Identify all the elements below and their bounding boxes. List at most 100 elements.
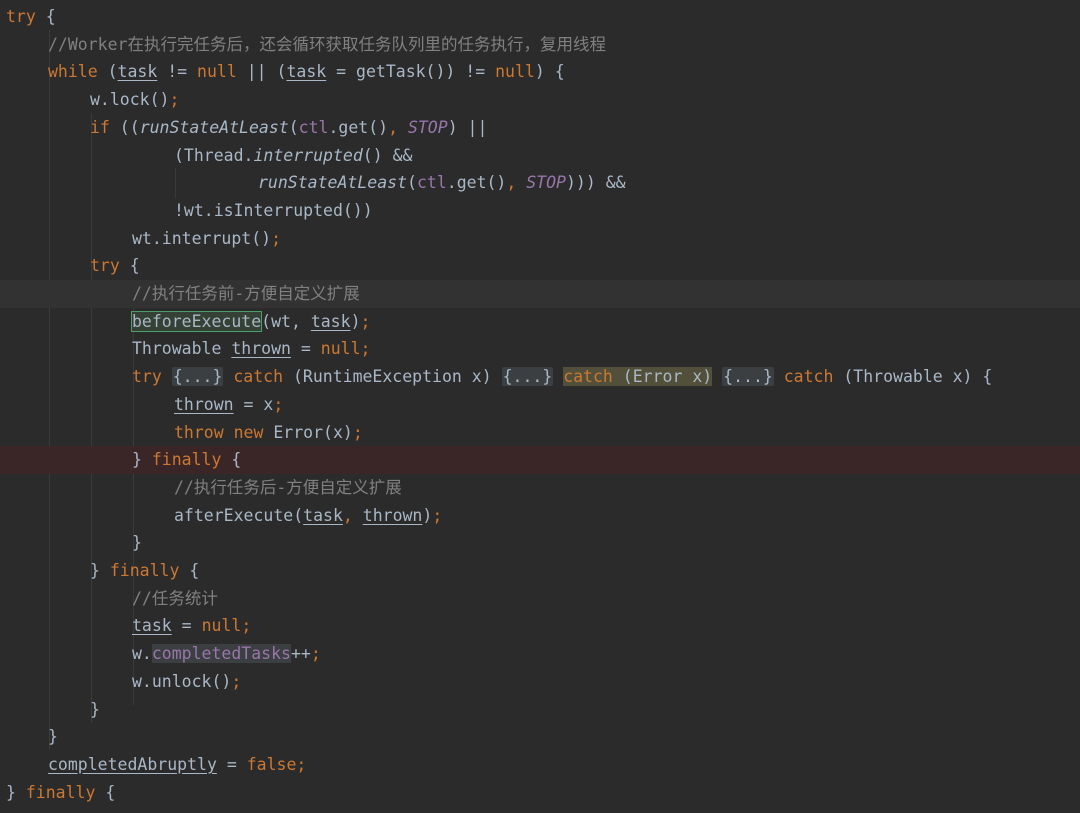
code-line-17-highlighted[interactable]: } finally { [0,446,1080,474]
folded-block[interactable]: {...} [501,367,554,387]
constant-stop: STOP [526,173,566,193]
field-completed-tasks: completedTasks [151,644,291,664]
comment: //执行任务后-方便自定义扩展 [174,477,402,497]
code-line-28[interactable]: completedAbruptly = false; [0,751,1080,779]
code-text: } [6,782,26,802]
code-text: (Error x) [612,367,713,387]
code-line-1[interactable]: try { [0,3,1080,31]
code-line-2[interactable]: //Worker在执行完任务后，还会循环获取任务队列里的任务执行，复用线程 [0,31,1080,59]
code-text: ) [422,505,433,525]
comma: , [388,117,408,137]
code-text: ))) && [566,173,626,193]
code-text: { [35,7,56,26]
keyword-try: try [90,256,120,276]
code-line-15[interactable]: thrown = x; [0,391,1080,419]
semicolon: ; [241,616,252,636]
keyword-null: null [197,62,237,82]
code-text: w. [132,644,152,664]
keyword-finally: finally [109,561,180,580]
code-text: = [290,339,321,359]
code-text: != [157,62,198,82]
code-text: } [48,727,58,747]
comment: //任务统计 [132,588,218,608]
keyword-false: false [246,754,297,774]
code-text: { [221,450,242,470]
variable-task: task [303,505,343,525]
comment: //执行任务前-方便自定义扩展 [132,284,360,303]
comment: //Worker在执行完任务后，还会循环获取任务队列里的任务执行，复用线程 [48,34,606,54]
code-line-5[interactable]: if ((runStateAtLeast(ctl.get(), STOP) || [0,114,1080,142]
keyword-catch-highlighted: catch [563,367,613,387]
method-before-execute-highlight[interactable]: beforeExecute [130,310,263,332]
variable-thrown: thrown [362,505,423,525]
code-line-27[interactable]: } [0,723,1080,751]
code-text: = [216,754,247,774]
code-line-3[interactable]: while (task != null || (task = getTask()… [0,58,1080,86]
code-line-26[interactable]: } [0,696,1080,724]
keyword-throw: throw [174,422,224,442]
field-ctl: ctl [298,117,329,137]
variable-thrown: thrown [231,339,291,359]
code-line-18[interactable]: //执行任务后-方便自定义扩展 [0,474,1080,502]
keyword-try: try [6,7,36,26]
semicolon: ; [273,394,284,414]
code-line-23[interactable]: task = null; [0,612,1080,640]
code-line-13[interactable]: Throwable thrown = null; [0,335,1080,363]
code-text: !wt.isInterrupted()) [174,200,373,220]
code-line-11-current[interactable]: //执行任务前-方便自定义扩展 [0,280,1080,308]
code-text: .get() [328,117,389,137]
code-line-20[interactable]: } [0,529,1080,557]
semicolon: ; [271,228,282,248]
code-line-24[interactable]: w.completedTasks++; [0,640,1080,668]
code-text: Error(x) [263,422,353,442]
code-line-10[interactable]: try { [0,252,1080,280]
code-line-25[interactable]: w.unlock(); [0,668,1080,696]
semicolon: ; [360,339,371,359]
code-line-22[interactable]: //任务统计 [0,585,1080,613]
code-line-29[interactable]: } finally { [0,779,1080,807]
code-line-14[interactable]: try {...} catch (RuntimeException x) {..… [0,363,1080,391]
keyword-if: if [90,117,110,137]
comma: , [342,505,363,525]
keyword-catch: catch [233,367,284,387]
code-text: { [179,561,200,580]
method-run-state-at-least: runStateAtLeast [139,117,289,137]
code-text: } [90,699,100,719]
keyword-catch: catch [783,367,834,387]
code-text: (( [109,117,140,137]
code-line-12[interactable]: beforeExecute(wt, task); [0,308,1080,336]
keyword-finally: finally [25,782,96,802]
keyword-null: null [201,616,242,636]
code-line-19[interactable]: afterExecute(task, thrown); [0,502,1080,530]
code-line-21[interactable]: } finally { [0,557,1080,585]
code-line-7[interactable]: runStateAtLeast(ctl.get(), STOP))) && [0,169,1080,197]
code-text: = [171,616,202,636]
method-interrupted: interrupted [253,145,363,165]
semicolon: ; [231,671,242,691]
field-ctl: ctl [416,173,447,193]
folded-block[interactable]: {...} [171,367,224,387]
code-text: ( [288,117,299,137]
folded-block[interactable]: {...} [722,367,774,387]
code-line-6[interactable]: (Thread.interrupted() && [0,142,1080,170]
variable-task: task [286,62,327,82]
code-text: = getTask()) != [326,62,496,82]
keyword-while: while [48,62,98,82]
code-text: ( [97,62,118,82]
code-line-16[interactable]: throw new Error(x); [0,419,1080,447]
semicolon: ; [310,644,321,664]
code-text: } [132,450,152,470]
code-text: (wt, [261,311,311,331]
code-line-8[interactable]: !wt.isInterrupted()) [0,197,1080,225]
keyword-null: null [495,62,535,82]
code-editor[interactable]: try { //Worker在执行完任务后，还会循环获取任务队列里的任务执行，复… [0,0,1080,813]
semicolon: ; [432,505,443,525]
code-text: w.lock() [90,90,170,110]
code-line-4[interactable]: w.lock(); [0,86,1080,114]
code-text: = x [233,394,274,414]
code-text: { [119,256,140,276]
code-line-9[interactable]: wt.interrupt(); [0,225,1080,253]
keyword-try: try [132,367,162,387]
semicolon: ; [169,90,180,110]
code-text: || ( [236,62,287,82]
